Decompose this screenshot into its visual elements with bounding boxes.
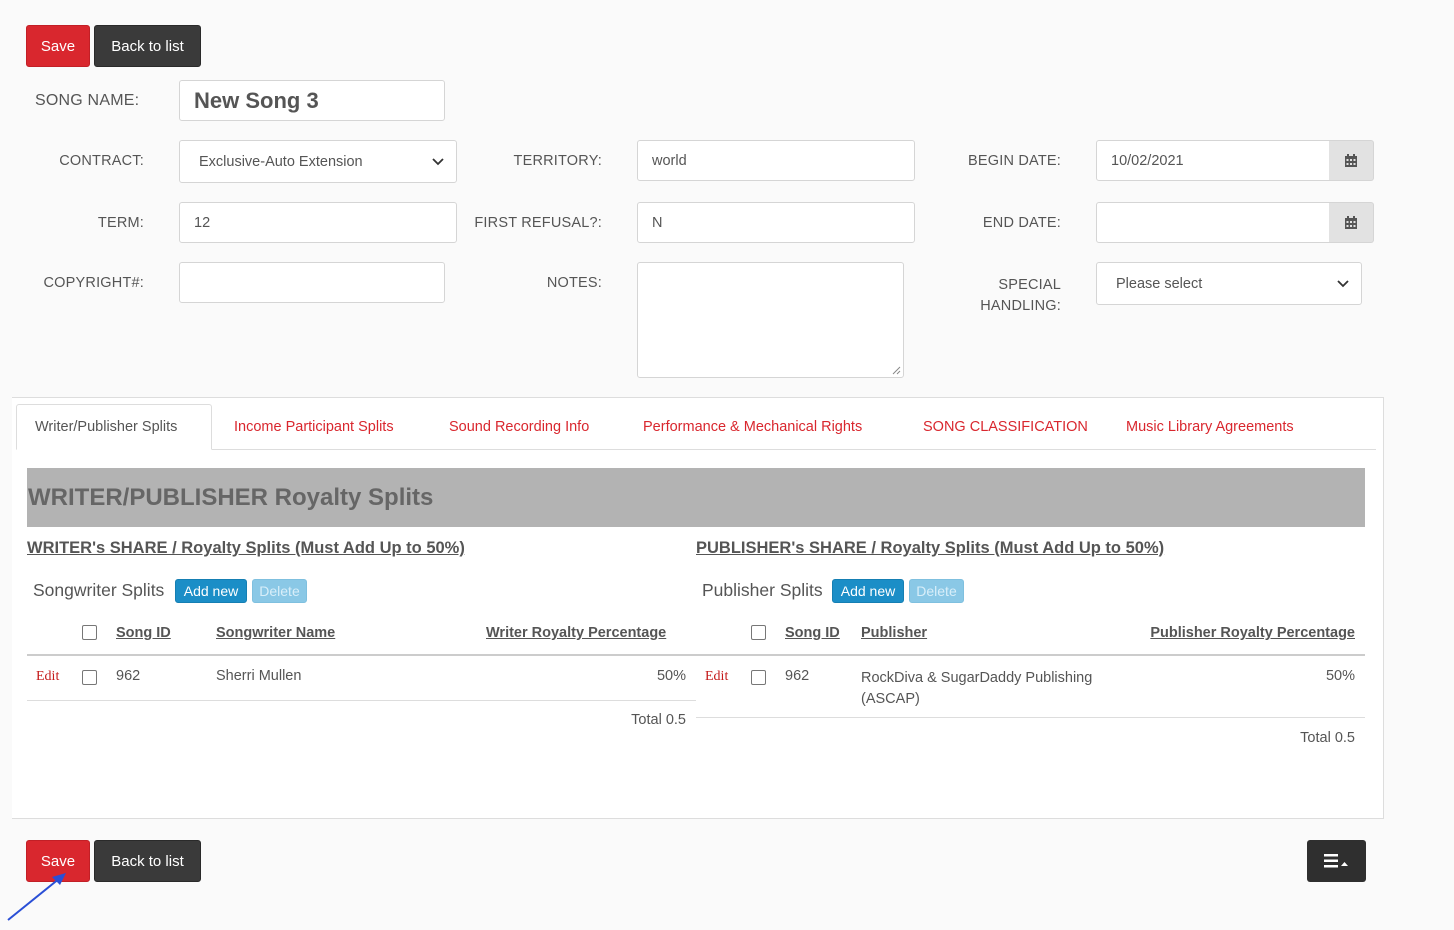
first-refusal-input[interactable]: N: [637, 202, 915, 243]
term-input[interactable]: 12: [179, 202, 457, 243]
special-handling-label-line1: SPECIAL: [998, 277, 1061, 293]
contract-select[interactable]: Exclusive-Auto Extension: [179, 140, 457, 183]
end-date-calendar-button[interactable]: [1329, 202, 1374, 243]
first-refusal-label: FIRST REFUSAL?:: [474, 215, 602, 231]
songwriter-delete-button[interactable]: Delete: [252, 579, 307, 603]
publisher-total: Total 0.5: [1300, 730, 1355, 746]
calendar-icon: [1345, 215, 1357, 229]
col-publisher-song-id[interactable]: Song ID: [785, 625, 840, 641]
publisher-edit-link[interactable]: Edit: [705, 669, 728, 685]
territory-input[interactable]: world: [637, 140, 915, 181]
copyright-input[interactable]: [179, 262, 445, 303]
menu-toggle-button[interactable]: [1307, 840, 1366, 882]
publisher-delete-button[interactable]: Delete: [909, 579, 964, 603]
publisher-name-line1: RockDiva & SugarDaddy Publishing: [861, 670, 1093, 686]
special-handling-label-line2: HANDLING:: [980, 298, 1061, 314]
publisher-song-id: 962: [785, 668, 810, 684]
col-song-id[interactable]: Song ID: [116, 625, 171, 641]
term-label: TERM:: [97, 215, 144, 231]
calendar-icon: [1345, 153, 1357, 167]
publisher-percentage: 50%: [1325, 668, 1355, 684]
songwriter-add-new-button[interactable]: Add new: [175, 579, 247, 603]
chevron-down-icon: [432, 157, 444, 165]
tab-panel: [12, 397, 1384, 819]
contract-select-value: Exclusive-Auto Extension: [199, 153, 363, 170]
tab-income-participant-splits[interactable]: Income Participant Splits: [234, 404, 394, 450]
tab-performance-mechanical-rights[interactable]: Performance & Mechanical Rights: [643, 404, 862, 450]
songwriter-select-all-checkbox[interactable]: [82, 625, 97, 640]
notes-label: NOTES:: [546, 275, 602, 291]
col-songwriter-name[interactable]: Songwriter Name: [216, 625, 335, 641]
writer-total: Total 0.5: [631, 712, 686, 728]
songwriter-row-checkbox[interactable]: [82, 670, 97, 685]
tab-sound-recording-info[interactable]: Sound Recording Info: [449, 404, 589, 450]
tab-music-library-agreements[interactable]: Music Library Agreements: [1126, 404, 1294, 450]
notes-textarea[interactable]: [637, 262, 904, 378]
territory-label: TERRITORY:: [513, 153, 602, 169]
publisher-splits-title: Publisher Splits: [702, 580, 823, 600]
publisher-row-divider: [696, 717, 1365, 718]
publisher-name: RockDiva & SugarDaddy Publishing (ASCAP): [861, 668, 1092, 710]
special-handling-select-value: Please select: [1116, 275, 1203, 292]
song-name-label: SONG NAME:: [35, 92, 140, 109]
contract-label: CONTRACT:: [59, 153, 144, 169]
writer-header-divider: [27, 654, 696, 656]
chevron-down-icon: [1337, 279, 1349, 287]
special-handling-label: SPECIAL HANDLING:: [980, 275, 1061, 317]
writer-row-divider: [27, 700, 696, 701]
publisher-select-all-checkbox[interactable]: [751, 625, 766, 640]
special-handling-select[interactable]: Please select: [1096, 262, 1362, 305]
writer-share-heading: WRITER's SHARE / Royalty Splits (Must Ad…: [27, 539, 465, 557]
songwriter-edit-link[interactable]: Edit: [36, 669, 59, 685]
songwriter-song-id: 962: [116, 668, 141, 684]
menu-caret-icon: [1323, 854, 1348, 868]
publisher-add-new-button[interactable]: Add new: [832, 579, 904, 603]
end-date-input[interactable]: [1096, 202, 1330, 243]
back-to-list-button-bottom[interactable]: Back to list: [94, 840, 201, 882]
end-date-label: END DATE:: [982, 215, 1061, 231]
col-publisher-royalty-percentage[interactable]: Publisher Royalty Percentage: [1150, 625, 1355, 641]
annotation-arrow: [7, 873, 66, 921]
publisher-share-heading: PUBLISHER's SHARE / Royalty Splits (Must…: [696, 539, 1165, 557]
tab-writer-publisher-splits[interactable]: Writer/Publisher Splits: [16, 404, 212, 450]
publisher-header-divider: [696, 654, 1365, 656]
col-writer-royalty-percentage[interactable]: Writer Royalty Percentage: [486, 625, 666, 641]
save-button-top[interactable]: Save: [26, 25, 90, 67]
resize-handle-icon[interactable]: [891, 365, 901, 375]
begin-date-calendar-button[interactable]: [1329, 140, 1374, 181]
songwriter-percentage: 50%: [656, 668, 686, 684]
songwriter-splits-title: Songwriter Splits: [33, 580, 165, 600]
begin-date-input[interactable]: 10/02/2021: [1096, 140, 1330, 181]
songwriter-name: Sherri Mullen: [216, 668, 302, 684]
publisher-name-line2: (ASCAP): [861, 691, 920, 707]
begin-date-label: BEGIN DATE:: [968, 153, 1061, 169]
col-publisher[interactable]: Publisher: [861, 625, 927, 641]
song-name-input[interactable]: New Song 3: [179, 80, 445, 121]
tab-song-classification[interactable]: SONG CLASSIFICATION: [923, 404, 1088, 450]
copyright-label: COPYRIGHT#:: [43, 275, 144, 291]
publisher-row-checkbox[interactable]: [751, 670, 766, 685]
panel-title: WRITER/PUBLISHER Royalty Splits: [27, 468, 1365, 527]
back-to-list-button-top[interactable]: Back to list: [94, 25, 201, 67]
